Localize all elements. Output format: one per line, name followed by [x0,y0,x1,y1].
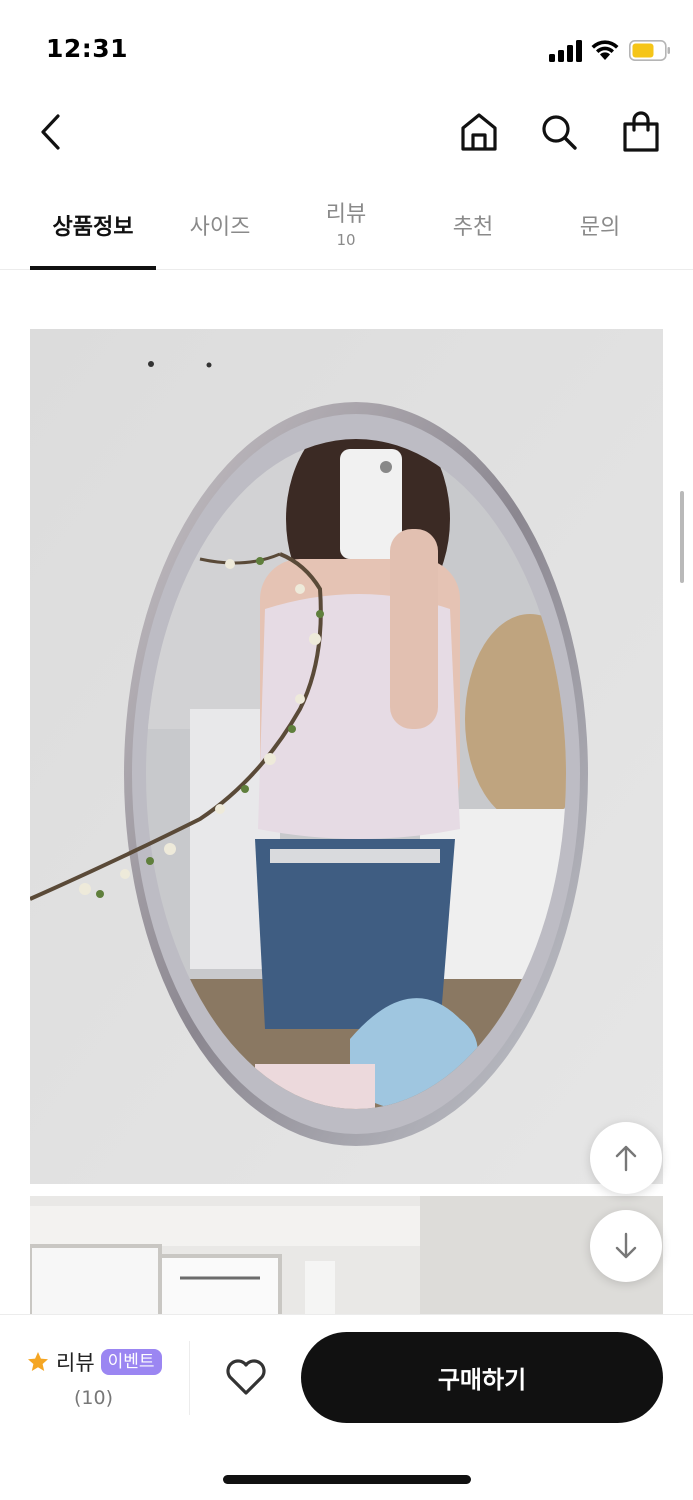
shopping-bag-button[interactable] [617,108,665,156]
search-icon [542,115,577,150]
review-count: (10) [74,1387,114,1409]
wifi-icon [591,40,619,60]
bottom-action-bar: 리뷰 이벤트 (10) 구매하기 [0,1314,693,1500]
tab-label: 상품정보 [52,215,134,240]
battery-icon [629,40,670,61]
active-tab-indicator [30,266,156,270]
review-label: 리뷰 [56,1351,95,1375]
scroll-up-button[interactable] [590,1122,662,1194]
tab-inquiry[interactable]: 문의 [537,190,663,270]
star-icon [28,1352,48,1371]
product-photo-mirror-selfie [30,329,663,1184]
tab-recommend[interactable]: 추천 [410,190,536,270]
nav-header [0,100,693,180]
wishlist-button[interactable] [218,1349,274,1405]
scrollbar-thumb[interactable] [680,491,684,583]
status-time: 12:31 [46,34,129,63]
divider [189,1341,190,1415]
signal-icon [549,40,582,62]
shopping-bag-icon [623,111,659,152]
product-photo-room [30,1196,663,1314]
tab-review-count: 10 [336,231,356,249]
tab-product-info[interactable]: 상품정보 [30,190,156,270]
product-tabs: 상품정보 사이즈 리뷰 10 추천 문의 [0,190,693,270]
event-badge: 이벤트 [100,1349,162,1375]
tab-label: 문의 [579,215,621,240]
tab-size[interactable]: 사이즈 [157,190,283,270]
tab-label: 사이즈 [189,215,251,240]
heart-icon [226,1359,266,1395]
buy-button[interactable]: 구매하기 [301,1332,663,1423]
scroll-down-button[interactable] [590,1210,662,1282]
status-bar: 12:31 [0,0,693,100]
scroll-down-icon [615,1232,637,1259]
home-icon [461,113,497,151]
review-summary[interactable]: 리뷰 이벤트 (10) [26,1347,186,1417]
back-button[interactable] [27,108,75,156]
tab-review[interactable]: 리뷰 10 [283,190,409,270]
home-indicator [223,1475,471,1484]
back-arrow-icon [41,114,60,150]
home-button[interactable] [455,108,503,156]
tab-label: 추천 [452,215,494,240]
tab-label: 리뷰 [325,202,367,227]
scroll-up-icon [615,1145,637,1172]
search-button[interactable] [535,108,583,156]
